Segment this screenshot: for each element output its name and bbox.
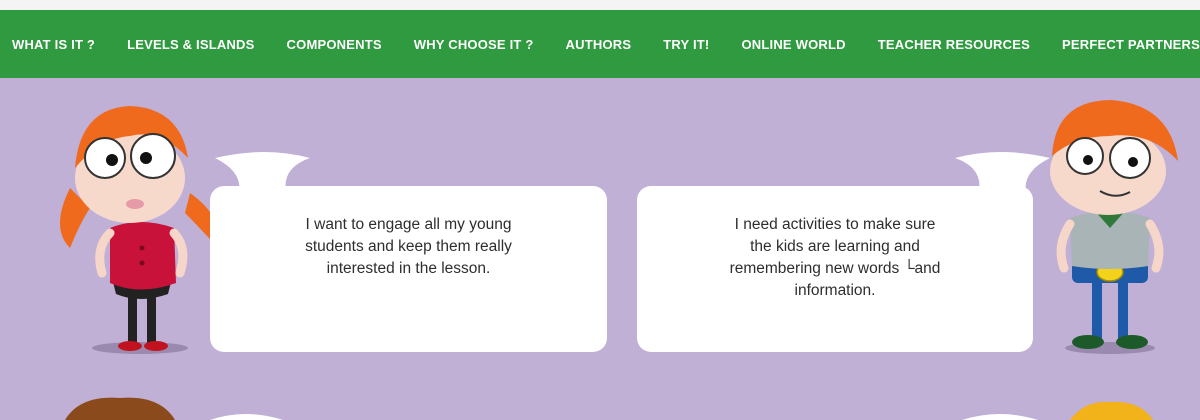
nav-perfect-partners[interactable]: PERFECT PARTNERS xyxy=(1062,37,1200,52)
speech-bubble-right: I need activities to make sure the kids … xyxy=(637,186,1033,352)
nav-what-is-it[interactable]: WHAT IS IT ? xyxy=(12,37,95,52)
character-hair-partial-right xyxy=(1070,401,1153,420)
girl-character-illustration xyxy=(60,106,220,354)
nav-components[interactable]: COMPONENTS xyxy=(287,37,382,52)
nav-authors[interactable]: AUTHORS xyxy=(566,37,632,52)
nav-why-choose-it[interactable]: WHY CHOOSE IT ? xyxy=(414,37,534,52)
speech-bubble-tail-partial-left xyxy=(210,414,283,420)
nav-online-world[interactable]: ONLINE WORLD xyxy=(741,37,845,52)
speech-bubble-left: I want to engage all my young students a… xyxy=(210,186,607,352)
boy-character-illustration xyxy=(1050,100,1178,354)
main-nav: WHAT IS IT ? LEVELS & ISLANDS COMPONENTS… xyxy=(0,10,1200,78)
nav-try-it[interactable]: TRY IT! xyxy=(663,37,709,52)
nav-teacher-resources[interactable]: TEACHER RESOURCES xyxy=(878,37,1030,52)
nav-levels-islands[interactable]: LEVELS & ISLANDS xyxy=(127,37,254,52)
speech-bubble-tail-partial-right xyxy=(962,414,1038,420)
character-hair-partial-left xyxy=(65,397,175,420)
quote-left-text: I want to engage all my young students a… xyxy=(305,216,512,277)
quote-right-text: I need activities to make sure the kids … xyxy=(729,216,941,299)
